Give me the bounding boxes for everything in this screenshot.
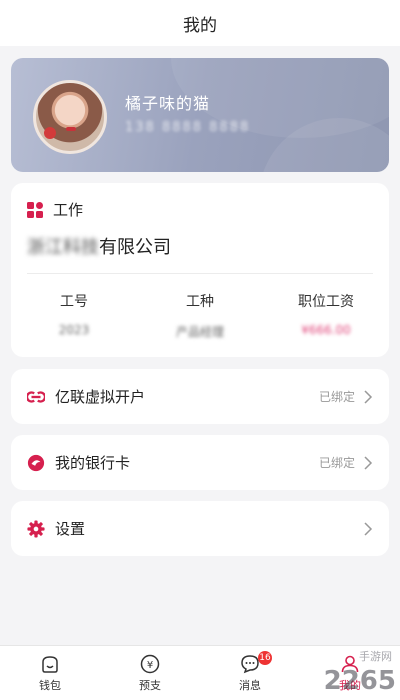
work-info-columns: 工号 2023 工种 产品经理 职位工资 ¥666.00 xyxy=(11,291,389,340)
page-title: 我的 xyxy=(183,15,217,36)
tab-wallet-label: 钱包 xyxy=(39,679,61,692)
chevron-right-icon xyxy=(364,521,373,536)
page-header: 我的 xyxy=(0,0,400,46)
advance-icon: ¥ xyxy=(140,654,160,674)
link-icon xyxy=(27,390,45,403)
employee-id-value: 2023 xyxy=(58,323,90,337)
watermark: 2265 xyxy=(323,666,396,696)
employee-id-column: 工号 2023 xyxy=(11,291,137,340)
grid-icon xyxy=(27,201,43,218)
avatar-detail xyxy=(66,127,76,131)
settings-label: 设置 xyxy=(55,520,86,538)
chevron-right-icon xyxy=(364,389,373,404)
profile-name: 橘子味的猫 xyxy=(125,94,211,113)
bank-card-status: 已绑定 xyxy=(318,456,355,470)
wallet-icon xyxy=(42,656,58,673)
employee-id-label: 工号 xyxy=(60,294,88,310)
chevron-right-icon xyxy=(364,455,373,470)
salary-value: ¥666.00 xyxy=(301,323,351,337)
work-card: 工作 浙江科技有限公司 工号 2023 工种 产品经理 职位工资 ¥666.00 xyxy=(11,183,389,357)
salary-column: 职位工资 ¥666.00 xyxy=(263,291,389,340)
bank-card-icon xyxy=(27,454,45,471)
tab-advance[interactable]: ¥ 预支 xyxy=(100,646,200,700)
bank-card-label: 我的银行卡 xyxy=(55,454,131,472)
virtual-account-row[interactable]: 亿联虚拟开户 已绑定 xyxy=(11,369,389,424)
company-name: 浙江科技有限公司 xyxy=(27,233,171,259)
salary-label: 职位工资 xyxy=(298,294,354,310)
avatar[interactable] xyxy=(33,80,107,154)
divider xyxy=(27,273,373,274)
svg-text:¥: ¥ xyxy=(147,660,153,671)
company-name-blurred: 浙江科技 xyxy=(27,237,99,258)
virtual-account-label: 亿联虚拟开户 xyxy=(55,388,146,406)
gear-icon xyxy=(27,519,45,538)
tab-advance-label: 预支 xyxy=(139,679,161,692)
profile-card[interactable]: 橘子味的猫 138 8888 8888 xyxy=(11,58,389,172)
settings-row[interactable]: 设置 xyxy=(11,501,389,556)
job-type-label: 工种 xyxy=(186,294,214,310)
work-title-label: 工作 xyxy=(53,201,84,219)
profile-phone: 138 8888 8888 xyxy=(125,120,251,135)
watermark-sub: 手游网 xyxy=(359,650,392,663)
flower-decoration xyxy=(44,127,56,139)
work-title: 工作 xyxy=(27,199,83,220)
message-badge: 16 xyxy=(258,651,272,665)
tab-messages[interactable]: 16 消息 xyxy=(200,646,300,700)
tab-messages-label: 消息 xyxy=(239,679,261,692)
virtual-account-status: 已绑定 xyxy=(318,390,355,404)
company-name-suffix: 有限公司 xyxy=(99,237,171,258)
job-type-value: 产品经理 xyxy=(175,325,224,339)
job-type-column: 工种 产品经理 xyxy=(137,291,263,340)
bank-card-row[interactable]: 我的银行卡 已绑定 xyxy=(11,435,389,490)
tab-wallet[interactable]: 钱包 xyxy=(0,646,100,700)
